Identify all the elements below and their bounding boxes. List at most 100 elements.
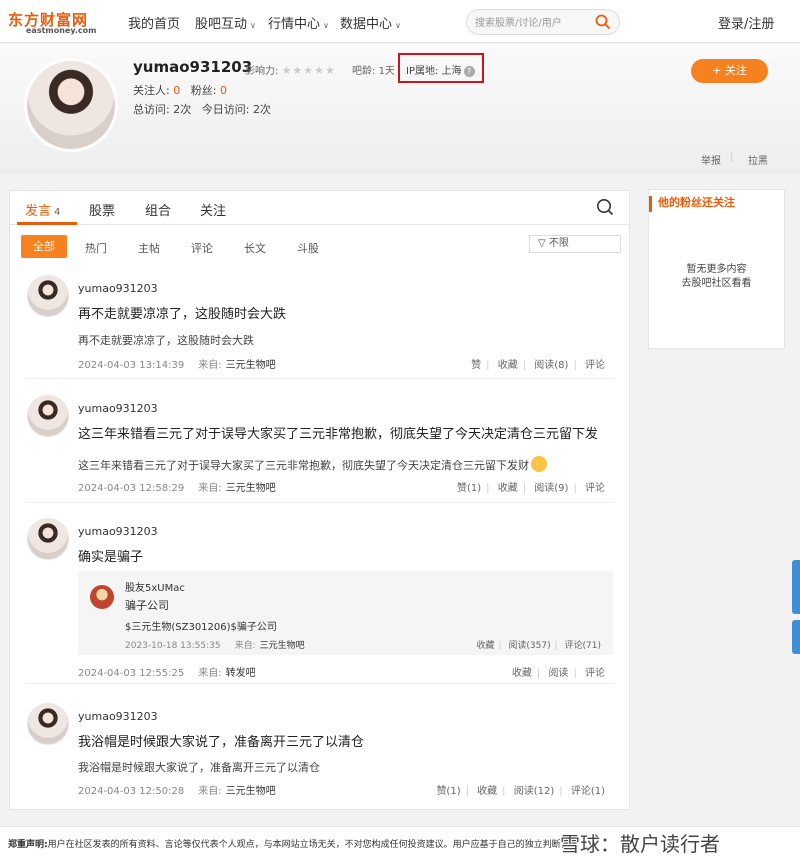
filter-icon: ▽ <box>538 238 546 249</box>
post-item: yumao931203 我浴帽是时候跟大家说了，准备离开三元了以清仓 我浴帽是时… <box>25 703 615 806</box>
chevron-down-icon: ∨ <box>323 21 329 30</box>
quoted-post[interactable]: 股友5xUMac 骗子公司 $三元生物(SZ301206)$骗子公司 2023-… <box>78 571 613 655</box>
fans-also-follow-panel: 他的粉丝还关注 暂无更多内容 去股吧社区看看 <box>648 189 785 349</box>
filter-doug[interactable]: 斗股 <box>297 240 319 256</box>
sad-emoji-icon <box>531 456 547 472</box>
post-title[interactable]: 再不走就要凉凉了，这股随时会大跌 <box>78 303 286 322</box>
post-source[interactable]: 转发吧 <box>226 668 256 679</box>
post-title[interactable]: 这三年来错看三元了对于误导大家买了三元非常抱歉，彻底失望了今天决定清仓三元留下发 <box>78 423 598 442</box>
avatar[interactable] <box>27 275 69 317</box>
filter-comments[interactable]: 评论 <box>191 240 213 256</box>
post-meta: 2024-04-03 12:50:28 来自: 三元生物吧 <box>78 786 276 797</box>
post-username[interactable]: yumao931203 <box>78 525 158 538</box>
comment-button[interactable]: 评论 <box>585 483 605 494</box>
read-count[interactable]: 阅读(12) <box>514 786 555 797</box>
quoted-title[interactable]: 骗子公司 <box>125 597 169 613</box>
favorite-button[interactable]: 收藏 <box>512 668 532 679</box>
filter-long[interactable]: 长文 <box>244 240 266 256</box>
quoted-actions: 收藏 | 阅读(357) | 评论(71) <box>476 641 601 651</box>
nav-guba[interactable]: 股吧互动 ∨ <box>195 13 256 32</box>
empty-message: 暂无更多内容 <box>686 264 747 275</box>
nav-market[interactable]: 行情中心 ∨ <box>268 13 329 32</box>
post-actions: 赞 | 收藏 | 阅读(8) | 评论 <box>471 360 605 371</box>
read-count[interactable]: 阅读(357) <box>508 641 550 651</box>
post-meta: 2024-04-03 13:14:39 来自: 三元生物吧 <box>78 360 276 371</box>
quoted-meta: 2023-10-18 13:55:35 来自: 三元生物吧 <box>125 641 305 651</box>
bar-age: 吧龄: 1天 <box>352 66 395 77</box>
favorite-button[interactable]: 收藏 <box>498 360 518 371</box>
post-item: yumao931203 确实是骗子 股友5xUMac 骗子公司 $三元生物(SZ… <box>25 518 615 684</box>
post-title[interactable]: 确实是骗子 <box>78 546 143 565</box>
nav-home[interactable]: 我的首页 <box>128 13 180 32</box>
post-meta: 2024-04-03 12:58:29 来自: 三元生物吧 <box>78 483 276 494</box>
post-meta: 2024-04-03 12:55:25 来自: 转发吧 <box>78 668 256 679</box>
site-logo[interactable]: 东方财富网 eastmoney.com <box>8 9 108 35</box>
influence-rating: 影响力: ★★★★★ <box>245 64 336 77</box>
favorite-button[interactable]: 收藏 <box>476 641 494 651</box>
search-icon[interactable] <box>595 14 611 30</box>
avatar[interactable] <box>27 518 69 560</box>
follow-stats: 关注人: 0 粉丝: 0 <box>133 84 227 97</box>
quoted-source[interactable]: 三元生物吧 <box>260 641 305 651</box>
quoted-username[interactable]: 股友5xUMac <box>125 579 185 594</box>
post-source[interactable]: 三元生物吧 <box>226 786 276 797</box>
floating-side-button[interactable] <box>792 560 800 614</box>
login-register-link[interactable]: 登录/注册 <box>718 13 774 32</box>
tab-stocks[interactable]: 股票 <box>89 200 115 219</box>
like-button[interactable]: 赞(1) <box>436 786 460 797</box>
search-box <box>466 9 620 35</box>
posts-panel: 发言 4 股票 组合 关注 全部 热门 主帖 评论 长文 斗股 ▽ 不限 yuma… <box>9 190 630 810</box>
floating-side-button[interactable] <box>792 620 800 654</box>
post-source[interactable]: 三元生物吧 <box>226 483 276 494</box>
quoted-body: $三元生物(SZ301206)$骗子公司 <box>125 622 277 633</box>
avatar[interactable] <box>27 703 69 745</box>
filter-all[interactable]: 全部 <box>21 235 67 258</box>
read-count[interactable]: 阅读(8) <box>534 360 568 371</box>
post-username[interactable]: yumao931203 <box>78 282 158 295</box>
fans-count[interactable]: 0 <box>220 84 227 97</box>
search-input[interactable] <box>475 15 593 31</box>
favorite-button[interactable]: 收藏 <box>498 483 518 494</box>
like-button[interactable]: 赞 <box>471 360 481 371</box>
post-body: 我浴帽是时候跟大家说了，准备离开三元了以清仓 <box>78 761 320 774</box>
post-username[interactable]: yumao931203 <box>78 710 158 723</box>
favorite-button[interactable]: 收藏 <box>477 786 497 797</box>
avatar[interactable] <box>90 585 114 609</box>
community-link[interactable]: 去股吧社区看看 <box>649 274 784 289</box>
post-title[interactable]: 我浴帽是时候跟大家说了，准备离开三元了以清仓 <box>78 731 364 750</box>
read-count[interactable]: 阅读 <box>548 668 568 679</box>
search-icon[interactable] <box>596 198 614 216</box>
panel-title: 他的粉丝还关注 <box>649 196 784 212</box>
block-link[interactable]: 拉黑 <box>748 152 768 167</box>
following-count[interactable]: 0 <box>173 84 180 97</box>
post-username[interactable]: yumao931203 <box>78 402 158 415</box>
comment-button[interactable]: 评论 <box>585 668 605 679</box>
post-actions: 收藏 | 阅读 | 评论 <box>511 668 605 679</box>
report-link[interactable]: 举报 <box>701 152 721 167</box>
range-select[interactable]: ▽ 不限 <box>529 235 621 253</box>
post-body: 再不走就要凉凉了，这股随时会大跌 <box>78 334 254 347</box>
help-icon[interactable]: ? <box>463 66 475 77</box>
chevron-down-icon: ∨ <box>395 21 401 30</box>
follow-button[interactable]: + 关注 <box>691 59 768 83</box>
tab-posts[interactable]: 发言 4 <box>25 200 60 219</box>
tab-portfolios[interactable]: 组合 <box>145 200 171 219</box>
comment-button[interactable]: 评论 <box>585 360 605 371</box>
like-button[interactable]: 赞(1) <box>457 483 481 494</box>
comment-button[interactable]: 评论(1) <box>571 786 605 797</box>
top-nav: 东方财富网 eastmoney.com 我的首页 股吧互动 ∨ 行情中心 ∨ 数据中… <box>0 0 800 43</box>
nav-data[interactable]: 数据中心 ∨ <box>340 13 401 32</box>
avatar[interactable] <box>24 58 118 152</box>
read-count[interactable]: 阅读(9) <box>534 483 568 494</box>
filter-main[interactable]: 主帖 <box>138 240 160 256</box>
star-icon: ★★★★★ <box>281 64 336 77</box>
tab-following[interactable]: 关注 <box>200 200 226 219</box>
post-item: yumao931203 这三年来错看三元了对于误导大家买了三元非常抱歉，彻底失望… <box>25 395 615 503</box>
post-actions: 赞(1) | 收藏 | 阅读(12) | 评论(1) <box>436 786 605 797</box>
avatar[interactable] <box>27 395 69 437</box>
filter-hot[interactable]: 热门 <box>85 240 107 256</box>
post-source[interactable]: 三元生物吧 <box>226 360 276 371</box>
comment-button[interactable]: 评论(71) <box>565 641 601 651</box>
profile-username: yumao931203 <box>133 58 253 76</box>
filter-bar: 全部 热门 主帖 评论 长文 斗股 ▽ 不限 <box>10 235 629 259</box>
